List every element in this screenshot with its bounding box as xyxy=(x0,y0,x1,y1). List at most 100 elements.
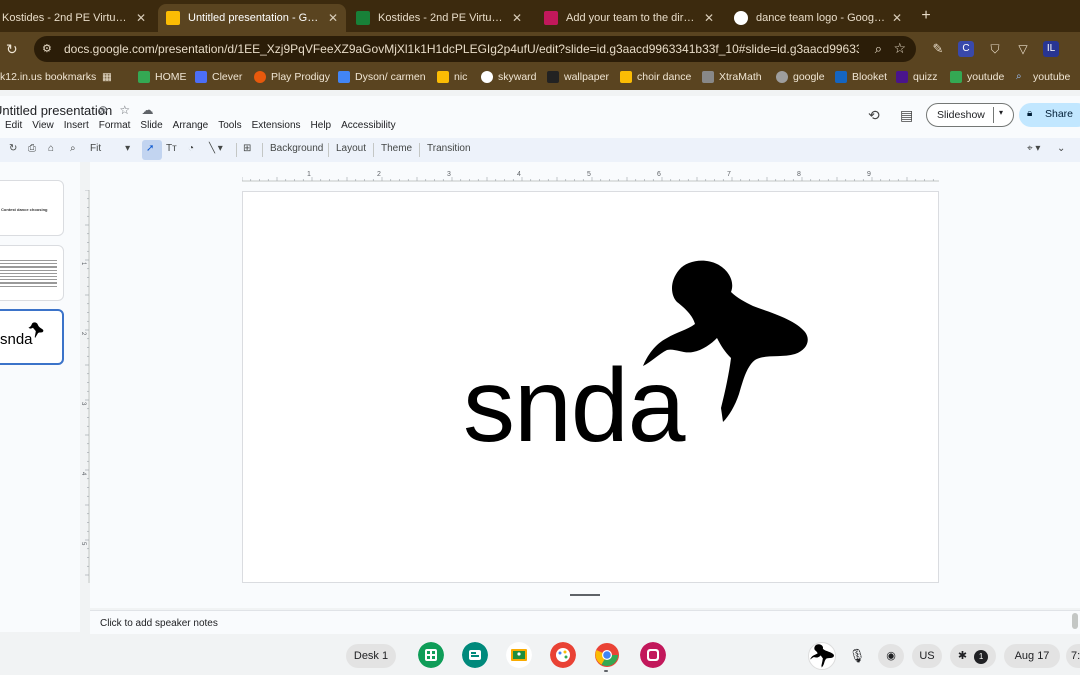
line-icon[interactable]: ╲ ▾ xyxy=(209,143,223,154)
extension-il-icon[interactable]: IL xyxy=(1043,41,1059,57)
bookmark-dyson-carmen[interactable]: Dyson/ carmen xyxy=(338,71,426,83)
text-box-icon[interactable]: Tт xyxy=(166,143,177,154)
chrome-app-icon[interactable] xyxy=(594,642,620,668)
apps-grid-icon[interactable]: ▦ xyxy=(102,71,112,83)
bookmark-wallpaper[interactable]: wallpaper xyxy=(547,71,609,83)
shield-extension-icon[interactable]: ⛉ xyxy=(987,41,1003,57)
avatar[interactable] xyxy=(808,642,836,670)
presentation-title[interactable]: Untitled presentation xyxy=(0,103,112,118)
ruler-ticks xyxy=(85,190,89,576)
print-icon[interactable]: ⎙ xyxy=(28,143,36,154)
menu-arrange[interactable]: Arrange xyxy=(173,120,209,131)
bookmark-xtramath[interactable]: XtraMath xyxy=(702,71,762,83)
canvas-app-icon[interactable] xyxy=(550,642,576,668)
layout-button[interactable]: Layout xyxy=(336,143,366,154)
close-icon[interactable]: ✕ xyxy=(892,11,902,25)
tab-add-team-directory[interactable]: Add your team to the directory ✕ xyxy=(536,4,722,32)
menu-help[interactable]: Help xyxy=(311,120,332,131)
chevron-down-icon[interactable]: ▾ xyxy=(999,108,1003,117)
keyboard-layout[interactable]: US xyxy=(912,644,942,668)
scrollbar[interactable] xyxy=(1072,613,1078,629)
slide[interactable]: snda xyxy=(242,191,939,583)
menu-tools[interactable]: Tools xyxy=(218,120,241,131)
zoom-select[interactable]: Fit ▾ xyxy=(90,143,130,154)
bookmark-youtude[interactable]: youtude xyxy=(950,71,1004,83)
cloud-saved-icon[interactable]: ☁ xyxy=(142,103,154,117)
select-cursor-icon[interactable]: ➚ xyxy=(146,143,154,154)
directory-favicon xyxy=(544,11,558,25)
google-favicon xyxy=(734,11,748,25)
slide-thumbnail-1[interactable]: Contest dance choosing xyxy=(0,180,64,236)
meet-app-icon[interactable] xyxy=(462,642,488,668)
reload-icon[interactable]: ↻ xyxy=(6,40,24,58)
paint-format-icon[interactable]: ⌂ xyxy=(48,143,54,154)
theme-button[interactable]: Theme xyxy=(381,143,412,154)
bookmark-quizz[interactable]: quizz xyxy=(896,71,938,83)
zoom-icon[interactable]: ⌕ xyxy=(70,143,76,154)
add-comment-icon[interactable]: ⊞ xyxy=(243,143,251,154)
sheets-app-icon[interactable] xyxy=(418,642,444,668)
bookmark-google[interactable]: google xyxy=(776,71,825,83)
menu-insert[interactable]: Insert xyxy=(64,120,89,131)
transition-button[interactable]: Transition xyxy=(427,143,471,154)
editing-mode-icon[interactable]: ⌖ ▾ xyxy=(1027,143,1040,154)
star-icon[interactable]: ☆ xyxy=(119,103,130,117)
tab-dance-team-logo-search[interactable]: dance team logo - Google Sear ✕ xyxy=(726,4,910,32)
pen-extension-icon[interactable]: ✎ xyxy=(930,41,946,57)
slide-thumbnail-3[interactable]: snda xyxy=(0,309,64,365)
comments-icon[interactable]: ▤ xyxy=(900,107,913,124)
background-button[interactable]: Background xyxy=(270,143,323,154)
bookmark-home[interactable]: HOME xyxy=(138,71,187,83)
app-icon[interactable] xyxy=(640,642,666,668)
tab-untitled-presentation[interactable]: Untitled presentation - Google ... ✕ xyxy=(158,4,346,32)
bookmark-folder-k12[interactable]: k12.in.us bookmarks xyxy=(0,71,96,83)
bookmark-nic[interactable]: nic xyxy=(437,71,467,83)
close-icon[interactable]: ✕ xyxy=(512,11,522,25)
slide-thumbnail-2[interactable] xyxy=(0,245,64,301)
bookmark-choir-dance[interactable]: choir dance xyxy=(620,71,691,83)
menu-accessibility[interactable]: Accessibility xyxy=(341,120,395,131)
desk-button[interactable]: Desk 1 xyxy=(346,644,396,668)
menu-slide[interactable]: Slide xyxy=(140,120,162,131)
version-history-icon[interactable]: ⟲ xyxy=(868,107,880,124)
close-icon[interactable]: ✕ xyxy=(704,11,714,25)
speaker-notes[interactable]: Click to add speaker notes xyxy=(90,610,1080,634)
bookmark-clever[interactable]: Clever xyxy=(195,71,242,83)
bookmark-star-icon[interactable]: ☆ xyxy=(893,40,906,57)
date-display[interactable]: Aug 17 xyxy=(1004,644,1060,668)
menu-edit[interactable]: Edit xyxy=(5,120,22,131)
volume-icon[interactable]: ◉ xyxy=(878,644,904,668)
shape-icon[interactable]: ◔ xyxy=(188,143,194,154)
bookmark-skyward[interactable]: skyward xyxy=(481,71,537,83)
bookmark-blooket[interactable]: Blooket xyxy=(835,71,887,83)
address-bar[interactable]: ⚙ docs.google.com/presentation/d/1EE_Xzj… xyxy=(34,36,916,62)
site-info-icon[interactable]: ⚙ xyxy=(42,42,56,56)
tab-kostides-pe-2[interactable]: Kostides - 2nd PE Virtual Mond ✕ xyxy=(348,4,530,32)
tab-strip: Kostides - 2nd PE Virtual Mond ✕ Untitle… xyxy=(0,0,1080,32)
collapse-toolbar-icon[interactable]: ⌄ xyxy=(1057,143,1065,154)
bookmark-youtube[interactable]: ⌕ youtube xyxy=(1016,71,1070,83)
new-tab-button[interactable]: + xyxy=(916,6,936,26)
close-icon[interactable]: ✕ xyxy=(328,11,338,25)
menu-view[interactable]: View xyxy=(32,120,54,131)
microphone-icon[interactable]: 🎙︎ xyxy=(844,644,870,668)
extension-c-icon[interactable]: C xyxy=(958,41,974,57)
slideshow-button[interactable]: Slideshow ▾ xyxy=(926,103,1014,127)
close-icon[interactable]: ✕ xyxy=(136,11,146,25)
move-icon[interactable]: ⊛ xyxy=(98,103,108,117)
menu-extensions[interactable]: Extensions xyxy=(252,120,301,131)
blooket-icon xyxy=(835,71,847,83)
zoom-icon[interactable]: ⌕ xyxy=(875,41,882,57)
share-button[interactable]: 🔒︎ Share xyxy=(1019,103,1080,127)
notes-resize-handle[interactable] xyxy=(570,594,600,596)
vpn-extension-icon[interactable]: ▽ xyxy=(1015,41,1031,57)
tab-kostides-pe[interactable]: Kostides - 2nd PE Virtual Mond ✕ xyxy=(0,4,154,32)
redo-icon[interactable]: ↻ xyxy=(9,143,17,154)
menu-format[interactable]: Format xyxy=(99,120,131,131)
dancer-silhouette-image[interactable] xyxy=(635,258,815,426)
vertical-ruler[interactable]: 1 2 3 4 5 xyxy=(78,190,90,583)
bookmark-play-prodigy[interactable]: Play Prodigy xyxy=(254,71,330,83)
classroom-app-icon[interactable] xyxy=(506,642,532,668)
horizontal-ruler[interactable]: 1 2 3 4 5 6 7 8 9 xyxy=(242,168,939,182)
notification-center[interactable]: ✱ 1 xyxy=(950,644,996,668)
